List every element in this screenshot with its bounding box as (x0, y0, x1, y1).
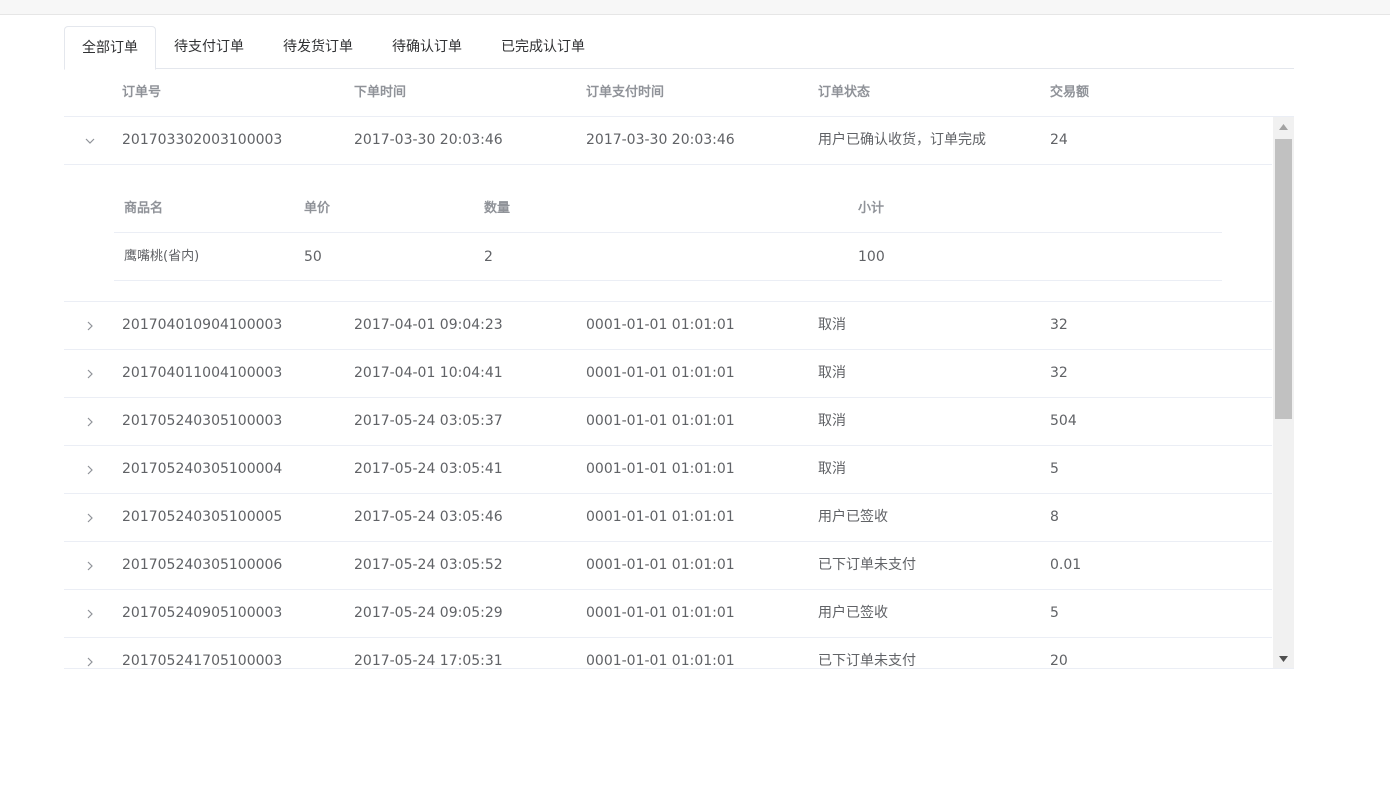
order-amount: 24 (1050, 132, 1068, 148)
pay-time: 0001-01-01 01:01:01 (586, 557, 735, 573)
pay-time: 0001-01-01 01:01:01 (586, 365, 735, 381)
order-number: 201703302003100003 (122, 132, 283, 148)
detail-header-price: 单价 (304, 201, 331, 216)
order-status: 取消 (818, 365, 846, 381)
order-number: 201705240305100005 (122, 509, 283, 525)
order-status: 用户已确认收货，订单完成 (818, 132, 986, 148)
pay-time: 0001-01-01 01:01:01 (586, 605, 735, 621)
pay-time: 2017-03-30 20:03:46 (586, 132, 735, 148)
order-amount: 32 (1050, 365, 1068, 381)
chevron-right-icon[interactable] (84, 638, 96, 668)
product-qty: 2 (484, 249, 493, 265)
top-bar (0, 0, 1390, 15)
order-amount: 32 (1050, 317, 1068, 333)
order-status: 取消 (818, 317, 846, 333)
column-header-order-no[interactable]: 订单号 (122, 69, 161, 117)
order-time: 2017-05-24 03:05:52 (354, 557, 503, 573)
order-number: 201705240305100004 (122, 461, 283, 477)
orders-table-body[interactable]: 201703302003100003 2017-03-30 20:03:46 2… (64, 117, 1294, 669)
chevron-right-icon[interactable] (84, 350, 96, 397)
order-number: 201705241705100003 (122, 653, 283, 669)
order-time: 2017-05-24 03:05:46 (354, 509, 503, 525)
order-status: 已下订单未支付 (818, 557, 916, 573)
tab-pending-confirmation[interactable]: 待确认订单 (392, 26, 462, 69)
order-number: 201705240305100003 (122, 413, 283, 429)
tab-pending-payment[interactable]: 待支付订单 (174, 26, 244, 69)
table-row[interactable]: 201704010904100003 2017-04-01 09:04:23 0… (64, 302, 1272, 350)
column-header-pay-time[interactable]: 订单支付时间 (586, 69, 664, 117)
column-header-status[interactable]: 订单状态 (818, 69, 870, 117)
chevron-right-icon[interactable] (84, 494, 96, 541)
triangle-down-icon[interactable] (1273, 649, 1294, 668)
detail-header-name: 商品名 (124, 201, 164, 216)
order-amount: 0.01 (1050, 557, 1082, 573)
pay-time: 0001-01-01 01:01:01 (586, 509, 735, 525)
triangle-up-icon[interactable] (1273, 117, 1294, 137)
orders-table-header: 订单号 下单时间 订单支付时间 订单状态 交易额 (64, 69, 1294, 117)
chevron-down-icon[interactable] (84, 117, 96, 164)
table-row[interactable]: 201705240305100005 2017-05-24 03:05:46 0… (64, 494, 1272, 542)
table-row[interactable]: 201705240305100004 2017-05-24 03:05:41 0… (64, 446, 1272, 494)
column-header-amount[interactable]: 交易额 (1050, 69, 1089, 117)
order-tabs: 全部订单 待支付订单 待发货订单 待确认订单 已完成认订单 (64, 26, 1294, 70)
chevron-right-icon[interactable] (84, 446, 96, 493)
order-amount: 5 (1050, 605, 1059, 621)
order-amount: 504 (1050, 413, 1077, 429)
chevron-right-icon[interactable] (84, 398, 96, 445)
order-status: 取消 (818, 461, 846, 477)
order-number: 201704011004100003 (122, 365, 283, 381)
pay-time: 0001-01-01 01:01:01 (586, 413, 735, 429)
detail-row: 鹰嘴桃(省内) 50 2 100 (114, 233, 1222, 281)
order-time: 2017-04-01 10:04:41 (354, 365, 503, 381)
order-detail-panel: 商品名 单价 数量 小计 鹰嘴桃(省内) 50 2 100 (64, 165, 1272, 302)
scrollbar-thumb[interactable] (1275, 139, 1292, 419)
order-time: 2017-05-24 03:05:37 (354, 413, 503, 429)
tab-all-orders[interactable]: 全部订单 (64, 26, 156, 70)
pay-time: 0001-01-01 01:01:01 (586, 461, 735, 477)
order-amount: 5 (1050, 461, 1059, 477)
table-row[interactable]: 201705240305100006 2017-05-24 03:05:52 0… (64, 542, 1272, 590)
table-row[interactable]: 201705241705100003 2017-05-24 17:05:31 0… (64, 638, 1272, 669)
chevron-right-icon[interactable] (84, 302, 96, 349)
detail-table-header: 商品名 单价 数量 小计 (114, 185, 1222, 233)
pay-time: 0001-01-01 01:01:01 (586, 317, 735, 333)
vertical-scrollbar[interactable] (1273, 117, 1294, 668)
order-time: 2017-04-01 09:04:23 (354, 317, 503, 333)
table-row[interactable]: 201705240905100003 2017-05-24 09:05:29 0… (64, 590, 1272, 638)
product-name: 鹰嘴桃(省内) (124, 249, 200, 264)
detail-header-qty: 数量 (484, 201, 511, 216)
order-number: 201705240905100003 (122, 605, 283, 621)
pay-time: 0001-01-01 01:01:01 (586, 653, 735, 669)
table-row[interactable]: 201704011004100003 2017-04-01 10:04:41 0… (64, 350, 1272, 398)
tab-pending-shipment[interactable]: 待发货订单 (283, 26, 353, 69)
order-number: 201705240305100006 (122, 557, 283, 573)
order-amount: 20 (1050, 653, 1068, 669)
column-header-order-time[interactable]: 下单时间 (354, 69, 406, 117)
order-amount: 8 (1050, 509, 1059, 525)
table-row[interactable]: 201705240305100003 2017-05-24 03:05:37 0… (64, 398, 1272, 446)
product-price: 50 (304, 249, 322, 265)
detail-header-subtotal: 小计 (858, 201, 885, 216)
product-subtotal: 100 (858, 249, 885, 265)
chevron-right-icon[interactable] (84, 590, 96, 637)
order-time: 2017-05-24 17:05:31 (354, 653, 503, 669)
tab-completed[interactable]: 已完成认订单 (501, 26, 585, 69)
order-time: 2017-03-30 20:03:46 (354, 132, 503, 148)
chevron-right-icon[interactable] (84, 542, 96, 589)
table-row[interactable]: 201703302003100003 2017-03-30 20:03:46 2… (64, 117, 1272, 165)
order-number: 201704010904100003 (122, 317, 283, 333)
order-status: 已下订单未支付 (818, 653, 916, 669)
order-status: 取消 (818, 413, 846, 429)
order-time: 2017-05-24 09:05:29 (354, 605, 503, 621)
order-status: 用户已签收 (818, 509, 888, 525)
order-time: 2017-05-24 03:05:41 (354, 461, 503, 477)
order-status: 用户已签收 (818, 605, 888, 621)
